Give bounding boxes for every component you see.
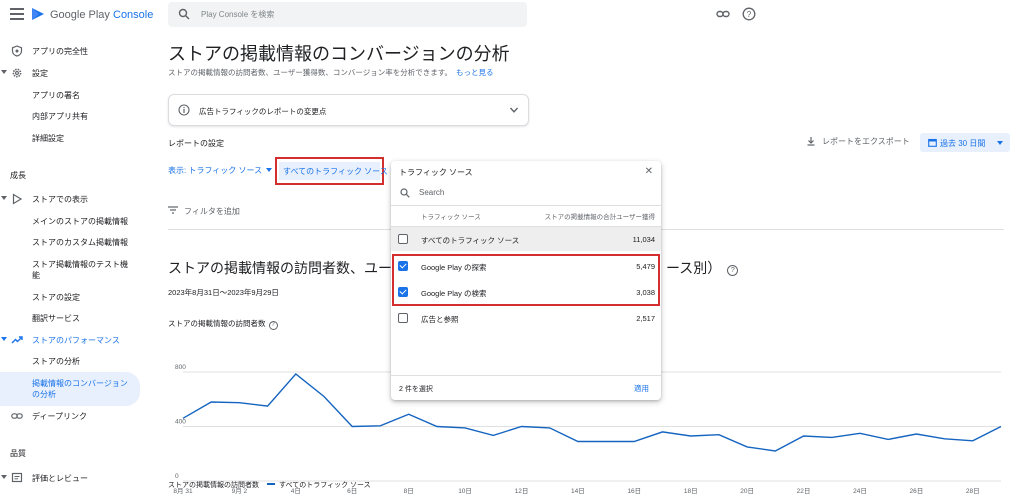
section-quality: 品質 [10, 449, 26, 458]
play-console-logo-icon [32, 8, 44, 20]
help-icon[interactable]: ? [268, 321, 278, 330]
trending-up-icon [11, 336, 23, 344]
x-tick-label: 20日 [740, 487, 754, 495]
x-tick-label: 16日 [627, 487, 641, 495]
y-tick-label: 800 [175, 364, 186, 371]
chart-title-end: ース別）? [666, 258, 739, 278]
review-icon [11, 472, 23, 483]
dropdown-caret-icon [997, 141, 1003, 145]
expand-caret-icon [1, 337, 7, 341]
chart-legend: ストアの掲載情報の訪問者数 すべてのトラフィック ソース [168, 482, 371, 489]
sidebar-item-store-analysis[interactable]: ストアの分析 [0, 351, 140, 371]
sidebar-item-app-integrity[interactable]: アプリの完全性 [0, 41, 140, 61]
calendar-icon [928, 138, 937, 147]
x-tick-label: 14日 [571, 487, 585, 495]
download-icon [807, 137, 815, 146]
search-icon [178, 8, 190, 20]
divider [391, 375, 661, 376]
sidebar-item-app-signing[interactable]: アプリの署名 [0, 85, 140, 105]
sidebar-item-conversion-analysis[interactable]: 掲載情報のコンバージョンの分析 [0, 372, 140, 406]
sidebar-item-translation[interactable]: 翻訳サービス [0, 308, 140, 328]
svg-text:?: ? [747, 10, 752, 19]
x-tick-label: 12日 [515, 487, 529, 495]
top-bar: Google Play Console ? [0, 0, 1024, 30]
list-item[interactable]: すべてのトラフィック ソース 11,034 [391, 227, 661, 251]
search-input[interactable] [201, 8, 501, 21]
expand-caret-icon [1, 475, 7, 479]
export-report-button[interactable]: レポートをエクスポート [806, 136, 910, 147]
x-tick-label: 24日 [853, 487, 867, 495]
x-tick-label: 18日 [684, 487, 698, 495]
traffic-source-button[interactable]: すべてのトラフィック ソース [275, 157, 388, 185]
filter-icon [168, 206, 178, 214]
learn-more-link[interactable]: もっと見る [456, 68, 494, 77]
list-item[interactable]: 広告と参照 2,517 [391, 306, 661, 330]
x-tick-label: 26日 [910, 487, 924, 495]
brand-title[interactable]: Google Play Console [50, 9, 153, 21]
hamburger-menu-icon[interactable] [10, 8, 24, 20]
x-tick-label: 8日 [404, 487, 414, 495]
sidebar-item-listing-experiments[interactable]: ストア掲載情報のテスト機能 [0, 254, 140, 282]
gear-icon [12, 68, 22, 78]
expand-caret-icon [1, 196, 7, 200]
view-selector[interactable]: 表示: トラフィック ソース [168, 165, 273, 176]
sidebar-item-ratings-reviews[interactable]: 評価とレビュー [0, 468, 140, 488]
sidebar-item-internal-sharing[interactable]: 内部アプリ共有 [0, 106, 140, 126]
x-tick-label: 28日 [966, 487, 980, 495]
info-icon [178, 104, 190, 116]
search-icon [400, 188, 410, 198]
sidebar-item-custom-listing[interactable]: ストアのカスタム掲載情報 [0, 232, 140, 252]
search-box[interactable] [168, 2, 527, 27]
x-tick-label: 10日 [458, 487, 472, 495]
checkbox[interactable] [398, 234, 408, 244]
metric-label: ストアの掲載情報の訪問者数? [168, 318, 278, 330]
date-range-text: 2023年8月31日〜2023年9月29日 [168, 288, 279, 297]
expand-caret-icon [1, 70, 7, 74]
sidebar-item-store-settings[interactable]: ストアの設定 [0, 287, 140, 307]
date-range-button[interactable]: 過去 30 日間 [920, 133, 1010, 152]
sidebar-item-deep-links[interactable]: ディープリンク [0, 406, 140, 426]
page-subtitle: ストアの掲載情報の訪問者数、ユーザー獲得数、コンバージョン率を分析できます。 もっ… [168, 68, 494, 77]
chevron-down-icon[interactable] [509, 105, 519, 115]
selected-count: 2 件を選択 [399, 386, 433, 393]
sidebar-item-store-performance[interactable]: ストアのパフォーマンス [0, 330, 140, 350]
y-tick-label: 0 [175, 473, 179, 480]
report-settings-heading: レポートの設定 [168, 139, 224, 148]
shield-icon [11, 45, 23, 57]
sidebar-item-main-listing[interactable]: メインのストアの掲載情報 [0, 211, 140, 231]
link-icon[interactable] [716, 7, 730, 21]
y-tick-label: 400 [175, 419, 186, 426]
popup-search-input[interactable] [419, 186, 639, 199]
sidebar-item-settings[interactable]: 設定 [0, 63, 140, 83]
help-icon[interactable]: ? [727, 265, 739, 276]
link-icon [11, 413, 23, 419]
help-icon[interactable]: ? [742, 7, 756, 21]
sidebar: アプリの完全性 設定 アプリの署名 内部アプリ共有 詳細設定 成長 ストアでの表… [0, 30, 145, 497]
checkbox[interactable] [398, 313, 408, 323]
x-tick-label: 22日 [797, 487, 811, 495]
divider [391, 205, 661, 206]
close-icon[interactable]: ✕ [645, 166, 653, 177]
page-title: ストアの掲載情報のコンバージョンの分析 [168, 44, 510, 64]
apply-button[interactable]: 適用 [634, 383, 649, 394]
legend-swatch [267, 483, 275, 485]
popup-title: トラフィック ソース [399, 168, 473, 177]
chart-title: ストアの掲載情報の訪問者数、ユーザ [168, 260, 406, 276]
add-filter-button[interactable]: フィルタを追加 [168, 206, 240, 217]
ads-traffic-banner[interactable]: 広告トラフィックのレポートの変更点 [168, 94, 529, 126]
column-header-total: ストアの掲載情報の合計ユーザー獲得 [544, 214, 655, 221]
section-growth: 成長 [10, 171, 26, 180]
highlight-box [392, 254, 660, 306]
sidebar-item-store-presence[interactable]: ストアでの表示 [0, 189, 140, 209]
dropdown-caret-icon [266, 168, 273, 172]
play-icon [12, 193, 23, 205]
sidebar-item-advanced-settings[interactable]: 詳細設定 [0, 128, 140, 148]
column-header-source: トラフィック ソース [421, 214, 481, 221]
